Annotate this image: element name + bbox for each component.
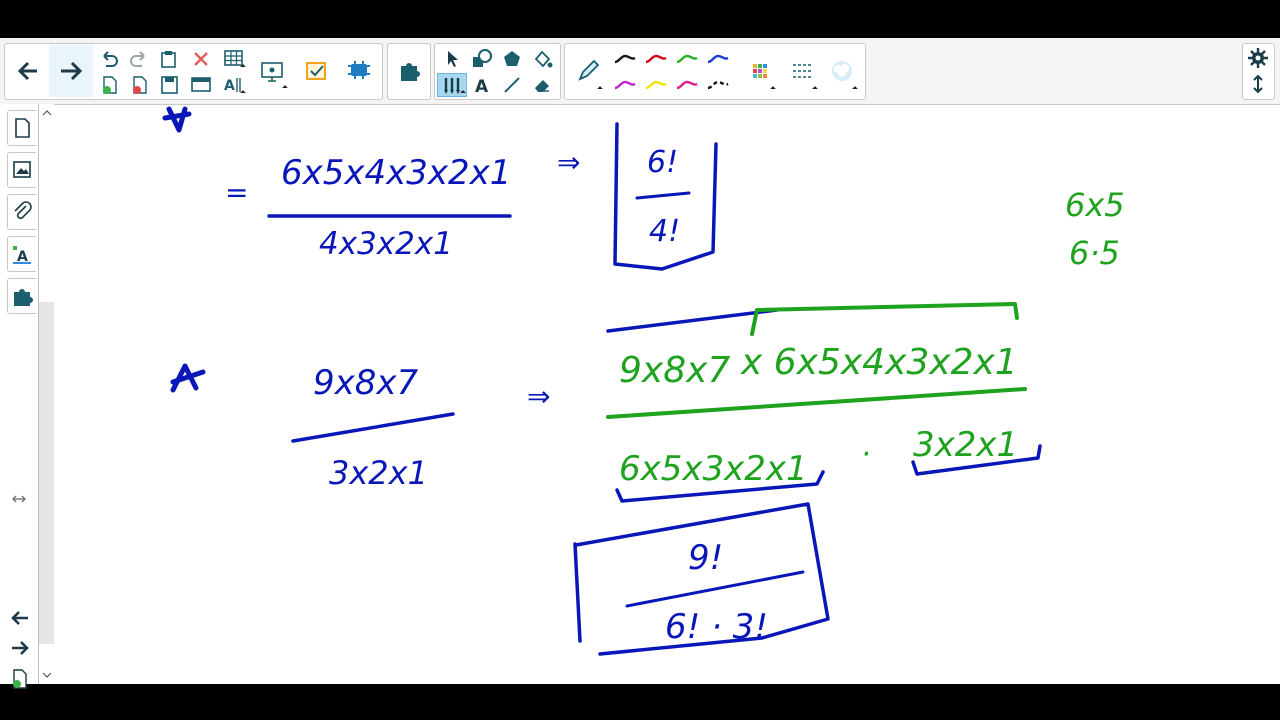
delete-page-icon[interactable] [127, 74, 151, 96]
redo-icon[interactable] [127, 48, 151, 70]
add-ons-tab-icon[interactable] [7, 278, 36, 314]
table-icon[interactable] [221, 48, 247, 70]
side-note-bottom: 6·5 [1069, 234, 1120, 272]
line2-big-denominator-right: 3x2x1 [913, 425, 1018, 465]
toolbar: A A [0, 38, 1280, 105]
sidebar: A [0, 104, 39, 689]
fill-icon[interactable] [529, 47, 555, 71]
svg-text:A: A [475, 77, 489, 97]
response-icon[interactable] [301, 52, 331, 90]
line1-denominator: 4x3x2x1 [319, 226, 453, 262]
side-note-top: 6x5 [1065, 186, 1125, 224]
paste-icon[interactable] [157, 48, 181, 70]
toolbar-group-addons [387, 43, 431, 100]
previous-page-icon[interactable] [8, 608, 32, 628]
pen-color-swatch[interactable] [642, 74, 670, 96]
undo-icon[interactable] [97, 48, 121, 70]
lines-icon[interactable] [499, 73, 525, 97]
ink-layer: = 6x5x4x3x2x1 4x3x2x1 ⇒ 6! 4! 6x5 6·5 9x… [162, 106, 1125, 656]
resize-sidebar-icon[interactable] [10, 490, 28, 503]
magic-pen-icon[interactable] [825, 52, 859, 92]
line2-box-numerator: 9! [688, 538, 723, 578]
screen-shade-icon[interactable] [189, 74, 213, 96]
toolbar-group-tools: A [434, 43, 561, 100]
pens-icon[interactable] [437, 73, 467, 97]
line1-numerator: 6x5x4x3x2x1 [281, 153, 511, 193]
line1-equals: = [225, 176, 248, 209]
activity-builder-icon[interactable] [343, 52, 375, 90]
screen: A A A = 6x5x4x3x2x1 4x3x2x1 ⇒ 6! 4! 6x5 … [0, 38, 1280, 689]
back-arrow-icon[interactable] [11, 52, 47, 90]
svg-text:A: A [224, 78, 235, 94]
pen-color-swatch[interactable] [642, 48, 670, 70]
screen-capture-icon[interactable] [257, 52, 288, 91]
line1-box-numerator: 6! [647, 145, 678, 180]
save-icon[interactable] [157, 74, 181, 96]
text-icon[interactable]: A [469, 73, 495, 97]
line2-denominator: 3x2x1 [329, 454, 428, 492]
line2-big-denominator-left: 6x5x3x2x1 [619, 449, 808, 489]
polygon-icon[interactable] [499, 47, 525, 71]
page-sorter-icon[interactable] [7, 110, 36, 146]
forward-arrow-icon[interactable] [49, 45, 93, 97]
pen-color-swatch[interactable] [673, 48, 701, 70]
next-page-icon[interactable] [8, 638, 32, 658]
settings-icon[interactable] [1246, 46, 1270, 70]
whiteboard-canvas[interactable]: = 6x5x4x3x2x1 4x3x2x1 ⇒ 6! 4! 6x5 6·5 9x… [55, 104, 1280, 684]
move-toolbar-icon[interactable] [1246, 72, 1270, 96]
line2-box-denominator: 6! · 3! [665, 607, 768, 647]
pen-color-swatch[interactable] [704, 74, 732, 96]
pen-color-swatch[interactable] [611, 74, 639, 96]
pen-properties-icon[interactable] [743, 52, 777, 92]
scrollbar-thumb[interactable] [39, 302, 54, 644]
line-style-icon[interactable] [785, 52, 819, 92]
select-icon[interactable] [439, 47, 465, 71]
add-page-icon[interactable] [9, 668, 31, 690]
delete-icon[interactable] [189, 48, 213, 70]
add-ons-icon[interactable] [394, 52, 424, 90]
page-scrollbar[interactable] [39, 104, 54, 684]
toolbar-group-pens [564, 43, 866, 100]
pen-color-swatch[interactable] [704, 48, 732, 70]
line2-numerator: 9x8x7 [313, 363, 419, 403]
line2-dot: · [861, 437, 871, 472]
properties-icon[interactable]: A [7, 236, 36, 272]
line2-arrow: ⇒ [527, 380, 550, 413]
shapes-icon[interactable] [469, 47, 495, 71]
toolbar-group-settings [1242, 43, 1275, 100]
add-page-icon[interactable] [97, 74, 121, 96]
eraser-icon[interactable] [529, 73, 555, 97]
line1-arrow: ⇒ [557, 146, 580, 179]
toolbar-group-edit: A [4, 43, 383, 100]
line1-box-denominator: 4! [649, 214, 680, 249]
line2-big-numerator-left: 9x8x7 [619, 350, 730, 391]
pen-tool-icon[interactable] [571, 52, 605, 92]
line2-big-numerator-right: x 6x5x4x3x2x1 [740, 342, 1018, 383]
measurement-tools-icon[interactable]: A [221, 74, 247, 96]
pen-color-swatch[interactable] [611, 48, 639, 70]
pen-color-swatch[interactable] [673, 74, 701, 96]
gallery-icon[interactable] [7, 152, 36, 188]
attachments-icon[interactable] [7, 194, 36, 230]
